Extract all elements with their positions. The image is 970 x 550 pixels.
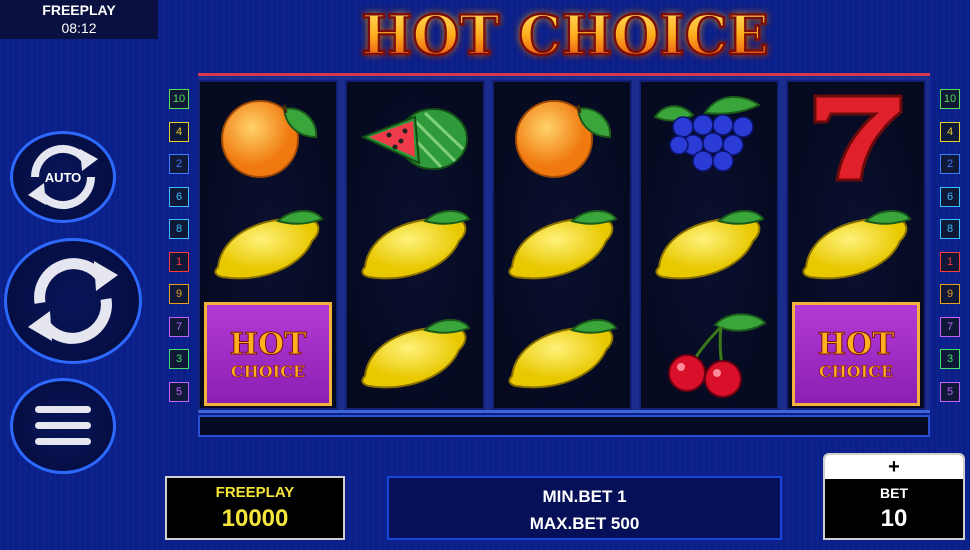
watermelon-symbol <box>347 82 483 190</box>
choice-text: CHOICE <box>818 362 894 382</box>
spin-button[interactable] <box>4 238 142 364</box>
bet-value: 10 <box>880 505 908 532</box>
balance-label: FREEPLAY <box>215 484 295 501</box>
reels-frame: HOT CHOICE HOT CHOICE <box>198 73 930 413</box>
line-indicator-6: 6 <box>169 186 189 207</box>
menu-button[interactable] <box>10 378 116 474</box>
line-indicator-4: 4 <box>940 121 960 142</box>
auto-icon: AUTO <box>28 145 98 209</box>
hot-choice-symbol: HOT CHOICE <box>200 300 336 408</box>
line-indicator-5: 5 <box>940 381 960 402</box>
min-bet: MIN.BET 1 <box>542 487 627 506</box>
logo-text: HOT CHOICE <box>361 3 768 66</box>
win-line-strip <box>198 415 930 437</box>
line-indicator-7: 7 <box>169 316 189 337</box>
line-indicator-2: 2 <box>940 154 960 174</box>
line-indicator-10: 10 <box>940 89 960 109</box>
line-indicator-2: 2 <box>169 154 189 174</box>
mode-label: FREEPLAY <box>42 2 116 18</box>
reel-4 <box>639 80 779 410</box>
orange-symbol <box>200 82 336 190</box>
seven-symbol <box>788 82 924 190</box>
auto-label: AUTO <box>45 170 82 185</box>
reel-5: HOT CHOICE <box>786 80 926 410</box>
status-box: FREEPLAY 08:12 <box>0 0 158 39</box>
clock: 08:12 <box>61 20 97 36</box>
game-logo: HOT CHOICE <box>330 2 800 69</box>
choice-text: CHOICE <box>230 362 306 382</box>
balance-panel: FREEPLAY 10000 <box>165 476 345 540</box>
line-indicator-8: 8 <box>169 219 189 239</box>
line-indicator-3: 3 <box>940 349 960 369</box>
hot-text: HOT <box>817 327 895 363</box>
line-indicator-10: 10 <box>169 89 189 109</box>
grapes-symbol <box>641 82 777 190</box>
bet-panel[interactable]: + BET 10 <box>823 453 965 540</box>
lemon-symbol <box>200 191 336 299</box>
line-indicator-6: 6 <box>940 186 960 207</box>
menu-icon <box>35 406 91 445</box>
orange-symbol <box>494 82 630 190</box>
hot-choice-symbol: HOT CHOICE <box>788 300 924 408</box>
bet-label: BET <box>880 485 908 501</box>
bet-increase-button[interactable]: + <box>825 455 963 479</box>
lemon-symbol <box>494 300 630 408</box>
reel-3 <box>492 80 632 410</box>
line-indicator-1: 1 <box>940 251 960 272</box>
lemon-symbol <box>494 191 630 299</box>
reel-1: HOT CHOICE <box>198 80 338 410</box>
spin-icon <box>28 258 118 344</box>
reel-2 <box>345 80 485 410</box>
lemon-symbol <box>641 191 777 299</box>
line-indicator-4: 4 <box>169 121 189 142</box>
hot-text: HOT <box>229 327 307 363</box>
line-indicator-8: 8 <box>940 219 960 239</box>
auto-button[interactable]: AUTO <box>10 131 116 223</box>
cherry-symbol <box>641 300 777 408</box>
lemon-symbol <box>347 191 483 299</box>
line-indicator-7: 7 <box>940 316 960 337</box>
line-indicator-9: 9 <box>940 284 960 304</box>
balance-value: 10000 <box>221 505 289 532</box>
line-indicator-3: 3 <box>169 349 189 369</box>
line-indicator-1: 1 <box>169 251 189 272</box>
line-indicator-9: 9 <box>169 284 189 304</box>
line-indicator-5: 5 <box>169 381 189 402</box>
lemon-symbol <box>347 300 483 408</box>
bet-limits-panel: MIN.BET 1 MAX.BET 500 <box>387 476 782 540</box>
lemon-symbol <box>788 191 924 299</box>
max-bet: MAX.BET 500 <box>529 514 640 533</box>
